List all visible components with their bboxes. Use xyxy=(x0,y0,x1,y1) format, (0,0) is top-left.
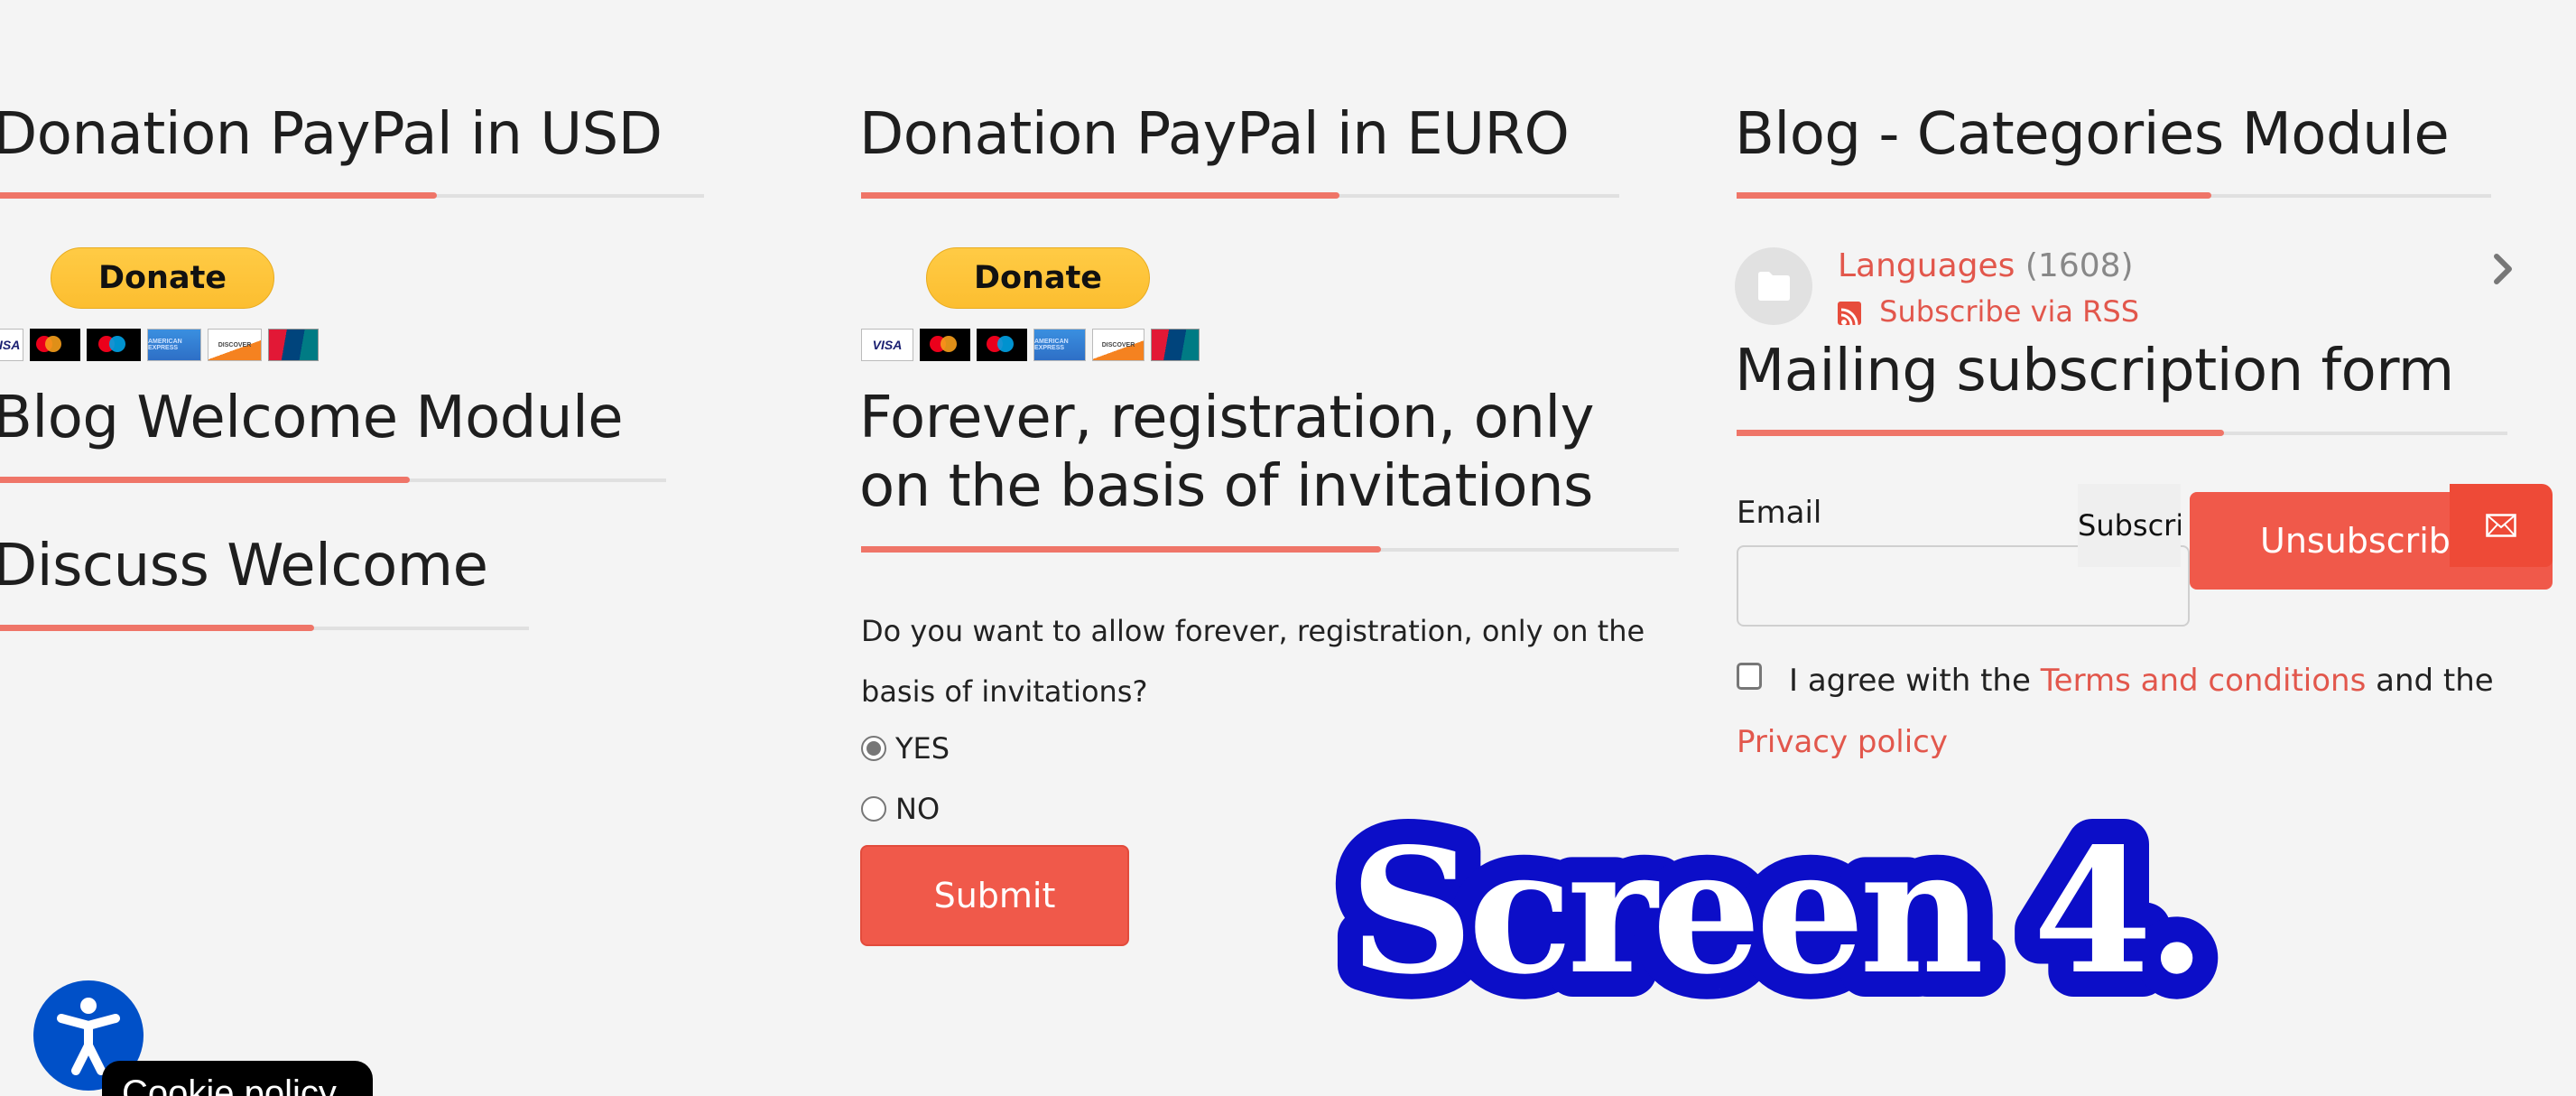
visa-card-icon: VISA xyxy=(861,329,913,361)
terms-link[interactable]: Terms and conditions xyxy=(2041,663,2367,699)
category-expand-chevron[interactable] xyxy=(2491,251,2516,292)
mastercard-icon xyxy=(920,329,970,361)
mastercard-icon xyxy=(30,329,80,361)
agree-terms-checkbox[interactable] xyxy=(1737,663,1762,690)
heading-divider xyxy=(861,546,1679,553)
submit-button[interactable]: Submit xyxy=(860,845,1129,946)
agree-terms-text: I agree with the Terms and conditions an… xyxy=(1789,663,2494,699)
maestro-icon xyxy=(977,329,1027,361)
category-link-languages[interactable]: Languages xyxy=(1838,247,2015,284)
cookie-policy-button[interactable]: Cookie policy xyxy=(102,1061,373,1096)
category-item[interactable]: Languages (1608) xyxy=(1838,247,2134,284)
blog-welcome-heading: Blog Welcome Module xyxy=(0,385,624,451)
poll-question-line1: Do you want to allow forever, registrati… xyxy=(861,614,1645,648)
heading-divider-accent xyxy=(1737,430,2224,436)
unionpay-card-icon xyxy=(268,329,319,361)
heading-divider-accent xyxy=(1737,192,2211,199)
heading-divider xyxy=(1737,430,2507,436)
heading-divider xyxy=(0,192,704,199)
heading-divider xyxy=(0,625,529,631)
categories-heading: Blog - Categories Module xyxy=(1735,101,2450,168)
amex-card-icon: AMERICAN EXPRESS xyxy=(147,329,201,361)
category-post-count: (1608) xyxy=(2025,247,2134,284)
payment-cards-usd: VISA AMERICAN EXPRESS DISCOVER xyxy=(0,329,319,361)
radio-yes-label: YES xyxy=(895,731,950,766)
privacy-policy-link[interactable]: Privacy policy xyxy=(1737,724,1948,760)
maestro-icon xyxy=(87,329,141,361)
discuss-welcome-heading: Discuss Welcome xyxy=(0,533,488,599)
poll-question-line2: basis of invitations? xyxy=(861,674,1148,709)
amex-card-icon: AMERICAN EXPRESS xyxy=(1033,329,1086,361)
newsletter-mail-button[interactable] xyxy=(2450,484,2553,567)
mailing-form-heading: Mailing subscription form xyxy=(1735,338,2454,404)
forever-registration-heading-line2: on the basis of invitations xyxy=(859,453,1593,520)
donate-usd-button[interactable]: Donate xyxy=(51,247,274,309)
heading-divider-accent xyxy=(0,192,437,199)
subscribe-button[interactable]: Subscri xyxy=(2078,484,2181,567)
usd-donation-heading: Donation PayPal in USD xyxy=(0,101,663,168)
envelope-icon xyxy=(2486,514,2516,537)
discover-card-icon: DISCOVER xyxy=(1092,329,1144,361)
donate-euro-button[interactable]: Donate xyxy=(926,247,1150,309)
rss-subscribe-label[interactable]: Subscribe via RSS xyxy=(1879,294,2139,329)
screen-label-graphic: Screen 4. Screen 4. xyxy=(1324,785,2231,1037)
heading-divider xyxy=(1737,192,2491,199)
heading-divider-accent xyxy=(861,192,1339,199)
heading-divider xyxy=(861,192,1619,199)
category-folder-avatar xyxy=(1735,247,1812,325)
email-label: Email xyxy=(1737,495,1822,531)
rss-icon xyxy=(1838,302,1861,326)
category-rss-link[interactable]: Subscribe via RSS xyxy=(1838,294,2139,329)
unionpay-card-icon xyxy=(1151,329,1200,361)
heading-divider-accent xyxy=(861,546,1381,553)
chevron-right-icon xyxy=(2494,254,2512,284)
euro-donation-heading: Donation PayPal in EURO xyxy=(859,101,1570,168)
agree-prefix: I agree with the xyxy=(1789,663,2031,699)
screen-label: Screen 4. Screen 4. xyxy=(1320,785,2231,1037)
radio-yes[interactable] xyxy=(861,736,886,761)
agree-middle: and the xyxy=(2376,663,2494,699)
payment-cards-euro: VISA AMERICAN EXPRESS DISCOVER xyxy=(861,329,1200,361)
forever-registration-heading-line1: Forever, registration, only xyxy=(859,385,1595,451)
radio-no-label: NO xyxy=(895,792,941,826)
poll-option-no[interactable]: NO xyxy=(861,792,940,826)
heading-divider-accent xyxy=(0,625,314,631)
heading-divider xyxy=(0,477,666,483)
heading-divider-accent xyxy=(0,477,410,483)
poll-option-yes[interactable]: YES xyxy=(861,731,950,766)
discover-card-icon: DISCOVER xyxy=(208,329,262,361)
folder-icon xyxy=(1758,272,1790,301)
screen-label-text: Screen 4. xyxy=(1349,811,2201,1012)
visa-card-icon: VISA xyxy=(0,329,23,361)
radio-no[interactable] xyxy=(861,796,886,822)
